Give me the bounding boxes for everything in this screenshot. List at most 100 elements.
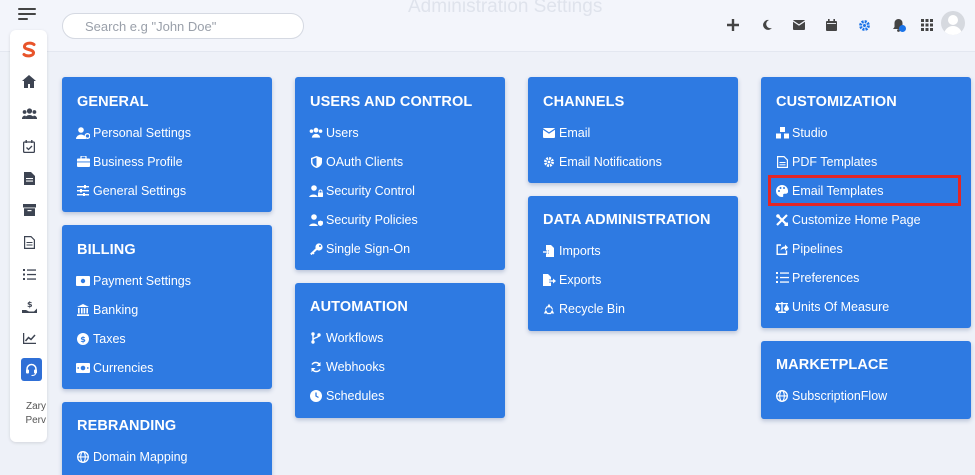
card-title: CHANNELS [543,94,625,110]
link-label: Email [559,125,591,140]
link-payment-settings[interactable]: Payment Settings [76,266,191,295]
document-icon[interactable] [20,233,38,251]
cubes-icon [775,126,789,140]
link-label: Currencies [93,360,154,375]
tools-icon [775,213,789,227]
invoice-icon[interactable] [20,169,38,187]
users-icon [309,126,323,140]
calendar-icon[interactable] [822,14,840,36]
link-label: Email Notifications [559,154,662,169]
add-icon[interactable] [724,14,742,36]
card-billing: BILLING Payment Settings Banking $ Taxes … [62,225,272,389]
card-channels: CHANNELS Email Email Notifications [528,77,738,183]
link-schedules[interactable]: Schedules [309,381,385,410]
card-title: REBRANDING [77,418,177,434]
bank-icon [76,303,90,317]
card-title: DATA ADMINISTRATION [543,212,711,228]
link-label: Single Sign-On [326,241,411,256]
archive-icon[interactable] [20,201,38,219]
link-business-profile[interactable]: Business Profile [76,147,191,176]
shield-icon [309,155,323,169]
link-personal-settings[interactable]: Personal Settings [76,118,191,147]
globe-icon [775,389,789,403]
link-email-templates[interactable]: Email Templates [775,176,921,205]
avatar[interactable] [941,11,965,35]
card-marketplace: MARKETPLACE SubscriptionFlow [761,341,971,419]
support-headset-icon[interactable] [21,358,42,381]
link-label: Schedules [326,388,385,403]
hand-dollar-icon[interactable]: $ [20,297,38,315]
link-pdf-templates[interactable]: PDF Templates [775,147,921,176]
user-shield-icon [309,213,323,227]
link-label: PDF Templates [792,154,878,169]
balance-scale-icon [775,300,789,314]
user-lock-icon [309,184,323,198]
link-general-settings[interactable]: General Settings [76,176,191,205]
link-recycle-bin[interactable]: Recycle Bin [542,294,625,323]
link-studio[interactable]: Studio [775,118,921,147]
cog-icon [542,155,556,169]
link-taxes[interactable]: $ Taxes [76,324,191,353]
link-label: SubscriptionFlow [792,388,888,403]
link-webhooks[interactable]: Webhooks [309,352,385,381]
apps-grid-icon[interactable] [918,14,936,36]
home-icon[interactable] [20,72,38,90]
svg-text:$: $ [80,335,86,344]
link-pipelines[interactable]: Pipelines [775,234,921,263]
link-imports[interactable]: Imports [542,236,625,265]
logo-icon[interactable] [20,41,38,59]
gear-icon[interactable] [855,14,873,36]
users-icon[interactable] [20,104,38,122]
bell-icon[interactable] [889,14,907,36]
link-oauth-clients[interactable]: OAuth Clients [309,147,418,176]
card-title: MARKETPLACE [776,357,889,373]
link-label: Workflows [326,330,384,345]
file-export-icon [542,273,556,287]
calendar-check-icon[interactable] [20,137,38,155]
sliders-icon [76,184,90,198]
card-title: BILLING [77,242,136,258]
file-pdf-icon [775,155,789,169]
link-label: Pipelines [792,241,843,256]
link-security-control[interactable]: Security Control [309,176,418,205]
link-security-policies[interactable]: Security Policies [309,205,418,234]
link-exports[interactable]: Exports [542,265,625,294]
search-input[interactable] [62,13,304,39]
link-label: Security Policies [326,212,418,227]
link-label: Email Templates [792,183,884,198]
mail-icon[interactable] [790,14,808,36]
link-users[interactable]: Users [309,118,418,147]
card-title: AUTOMATION [310,299,408,315]
card-customization: CUSTOMIZATION Studio PDF Templates Email… [761,77,971,328]
menu-icon[interactable] [18,5,36,21]
card-data-administration: DATA ADMINISTRATION Imports Exports Recy… [528,196,738,331]
envelope-icon [542,126,556,140]
tax-icon: $ [76,332,90,346]
link-label: Preferences [792,270,860,285]
link-subscriptionflow[interactable]: SubscriptionFlow [775,381,887,410]
link-currencies[interactable]: Currencies [76,353,191,382]
money-bill-icon [76,274,90,288]
link-label: Units Of Measure [792,299,890,314]
link-customize-home-page[interactable]: Customize Home Page [775,205,921,234]
link-single-sign-on[interactable]: Single Sign-On [309,234,418,263]
clock-icon [309,389,323,403]
link-units-of-measure[interactable]: Units Of Measure [775,292,921,321]
task-list-icon[interactable] [20,265,38,283]
moon-icon[interactable] [758,14,776,36]
link-label: Personal Settings [93,125,191,140]
link-banking[interactable]: Banking [76,295,191,324]
link-email[interactable]: Email [542,118,662,147]
link-domain-mapping[interactable]: Domain Mapping [76,442,188,471]
link-label: Business Profile [93,154,183,169]
link-workflows[interactable]: Workflows [309,323,385,352]
chart-icon[interactable] [20,329,38,347]
svg-text:$: $ [27,300,33,309]
link-preferences[interactable]: Preferences [775,263,921,292]
user-last-name: Perv [25,415,46,426]
card-title: CUSTOMIZATION [776,94,897,110]
card-title: USERS AND CONTROL [310,94,473,110]
card-automation: AUTOMATION Workflows Webhooks Schedules [295,283,505,418]
link-email-notifications[interactable]: Email Notifications [542,147,662,176]
link-label: Taxes [93,331,126,346]
